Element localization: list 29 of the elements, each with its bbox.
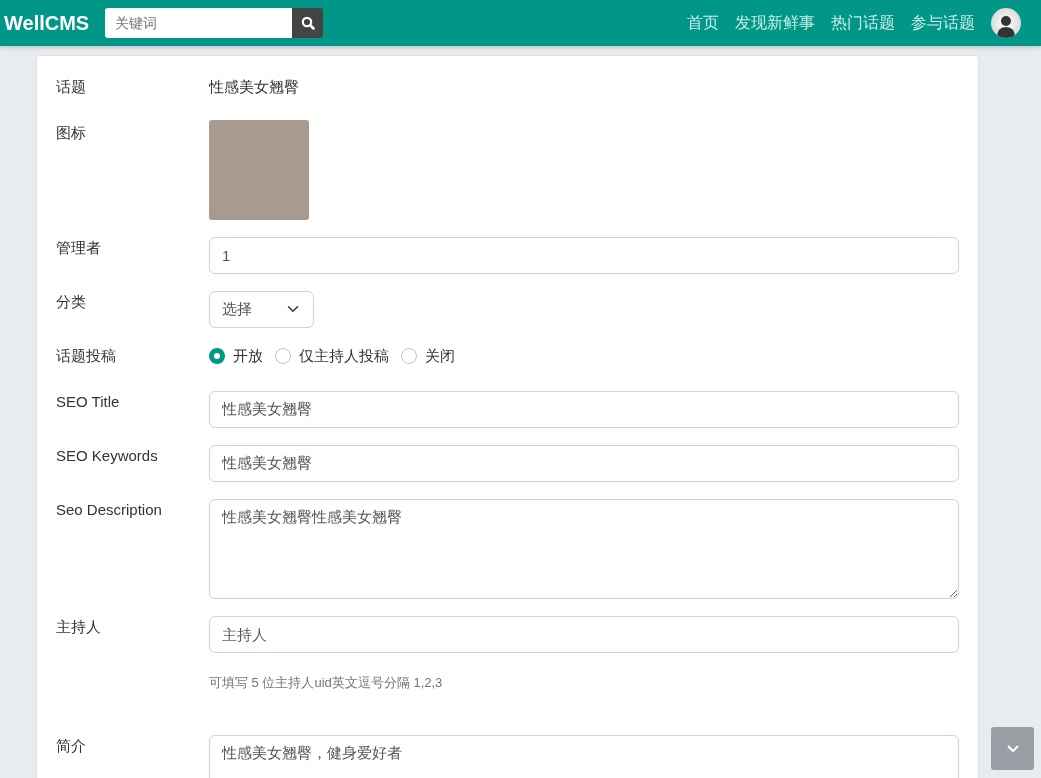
search-icon	[300, 16, 315, 30]
field-label: 图标	[56, 122, 87, 143]
chevron-down-icon	[1006, 744, 1019, 753]
brand-logo[interactable]: WellCMS	[4, 8, 90, 38]
user-avatar[interactable]	[991, 8, 1021, 38]
search-button[interactable]	[292, 8, 324, 38]
field-label: SEO Keywords	[56, 446, 159, 466]
topic-name: 性感美女翘臀	[209, 77, 300, 97]
text-area[interactable]: 性感美女翘臀，健身爱好者	[209, 734, 959, 778]
radio-label[interactable]: 关闭	[425, 344, 455, 367]
radio-label[interactable]: 仅主持人投稿	[299, 344, 389, 367]
help-text: 可填写 5 位主持人uid英文逗号分隔 1,2,3	[209, 674, 444, 692]
field-label: Seo Description	[56, 500, 163, 520]
input-field[interactable]: 主持人	[209, 616, 959, 653]
field-label: 话题投稿	[56, 345, 117, 366]
field-label: SEO Title	[56, 392, 121, 412]
field-label: 简介	[56, 735, 87, 756]
input-field[interactable]: 性感美女翘臀	[209, 445, 959, 482]
field-label: 话题	[56, 77, 87, 97]
text-area[interactable]: 性感美女翘臀性感美女翘臀	[209, 499, 959, 599]
field-label: 分类	[56, 291, 87, 312]
radio-button[interactable]	[209, 347, 225, 364]
input-field[interactable]: 性感美女翘臀	[209, 391, 959, 428]
field-label: 管理者	[56, 237, 102, 258]
input-field[interactable]: 1	[209, 236, 959, 274]
select-dropdown[interactable]: 选择	[209, 290, 314, 328]
radio-label[interactable]: 开放	[233, 344, 263, 367]
field-label: 主持人	[56, 617, 102, 637]
user-silhouette-icon	[997, 14, 1015, 38]
